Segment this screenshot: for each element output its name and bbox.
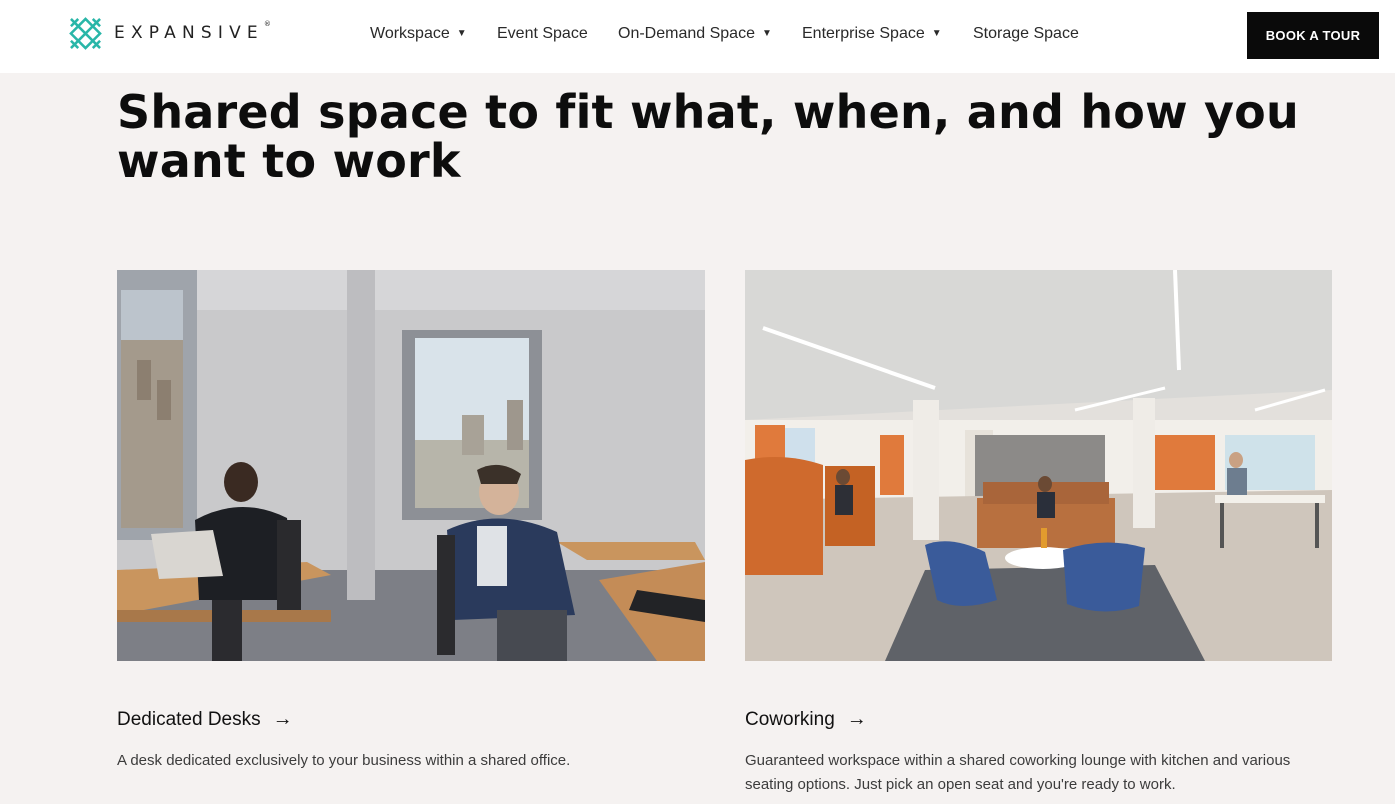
coworking-description: Guaranteed workspace within a shared cow… (745, 752, 1291, 793)
page-headline: Shared space to fit what, when, and how … (117, 85, 1299, 188)
dropdown-caret-icon: ▼ (931, 28, 942, 39)
expansive-logo[interactable]: EXPANSIVE® (69, 16, 271, 50)
nav-item-enterprise-space[interactable]: Enterprise Space ▼ (802, 24, 942, 46)
nav-item-storage-space[interactable]: Storage Space (973, 24, 1079, 44)
logo-wordmark: EXPANSIVE® (114, 20, 271, 43)
book-a-tour-button[interactable]: BOOK A TOUR (1247, 12, 1379, 59)
dedicated-desks-link[interactable]: Dedicated Desks → (117, 708, 293, 731)
dedicated-desks-description: A desk dedicated exclusively to your bus… (117, 752, 571, 769)
dropdown-caret-icon: ▼ (456, 28, 467, 39)
dedicated-desks-image[interactable] (117, 270, 705, 661)
nav-item-workspace[interactable]: Workspace ▼ (370, 24, 467, 46)
registered-mark: ® (263, 20, 271, 28)
arrow-right-icon: → (272, 708, 293, 730)
top-navigation-bar: EXPANSIVE® Workspace ▼ Event Space On-Dem… (0, 0, 1395, 73)
nav-item-on-demand-space[interactable]: On-Demand Space ▼ (618, 24, 772, 46)
card-title: Dedicated Desks (117, 708, 261, 730)
coworking-image[interactable] (745, 270, 1332, 661)
card-title: Coworking (745, 708, 835, 730)
arrow-right-icon: → (846, 708, 867, 730)
dropdown-caret-icon: ▼ (761, 28, 772, 39)
office-photo-illustration (117, 270, 705, 661)
lounge-photo-illustration (745, 270, 1332, 661)
coworking-link[interactable]: Coworking → (745, 708, 867, 731)
nav-item-event-space[interactable]: Event Space (497, 24, 588, 44)
logo-mark-icon (69, 16, 102, 50)
